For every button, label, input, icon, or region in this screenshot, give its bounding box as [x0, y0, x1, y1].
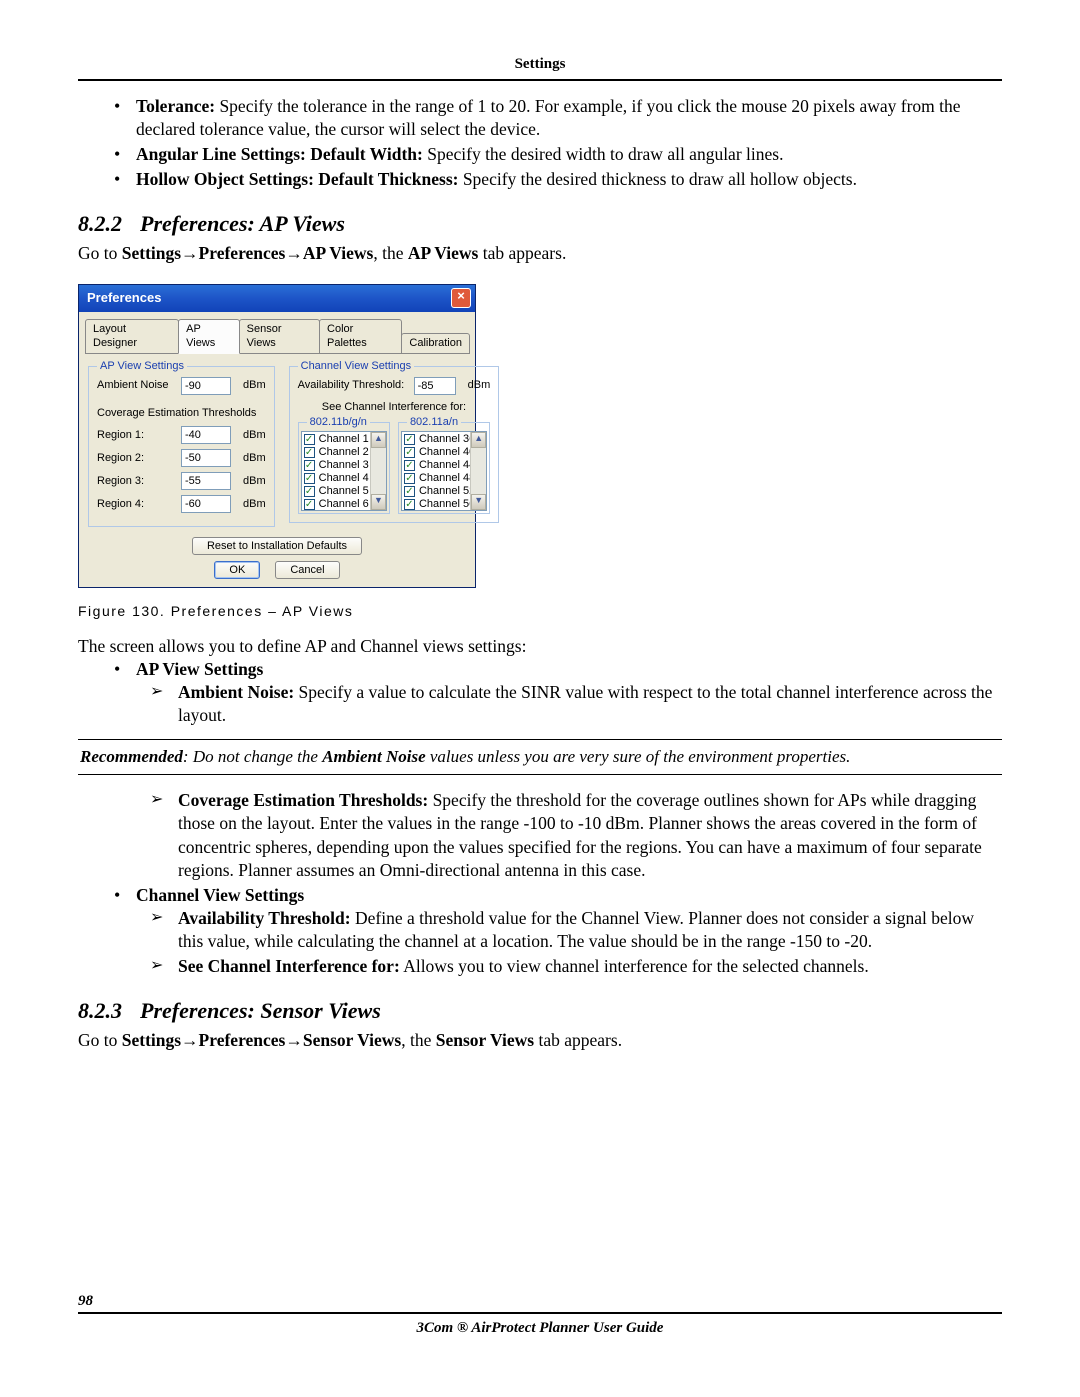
availability-threshold-label: Availability Threshold:	[298, 378, 408, 393]
channel-view-legend: Channel View Settings	[298, 359, 414, 374]
cancel-button[interactable]: Cancel	[275, 561, 339, 579]
bullet-channel-view-settings: Channel View Settings Availability Thres…	[78, 884, 1002, 978]
recommended-note: Recommended: Do not change the Ambient N…	[78, 739, 1002, 775]
sub-coverage-est: Coverage Estimation Thresholds: Specify …	[78, 789, 1002, 881]
unit: dBm	[243, 378, 266, 393]
heading-num: 8.2.3	[78, 996, 122, 1025]
goto-823: Go to Settings→Preferences→Sensor Views,…	[78, 1029, 1002, 1052]
bullet-angular-line: Angular Line Settings: Default Width: Sp…	[78, 143, 1002, 166]
ap-view-settings-group: AP View Settings Ambient Noise dBm Cover…	[88, 366, 275, 528]
bullet-text: Specify the desired thickness to draw al…	[458, 169, 857, 189]
scrollbar[interactable]: ▲ ▼	[370, 432, 386, 510]
bullet-label: Hollow Object Settings: Default Thicknes…	[136, 169, 458, 189]
heading-822: 8.2.2 Preferences: AP Views	[78, 209, 1002, 238]
coverage-est-label: Coverage Estimation Thresholds	[97, 406, 266, 421]
dialog-title: Preferences	[87, 289, 161, 306]
sub-ambient-noise: Ambient Noise: Specify a value to calcul…	[78, 681, 1002, 727]
checkbox-icon[interactable]: ✓	[404, 486, 415, 497]
scrollbar[interactable]: ▲ ▼	[470, 432, 486, 510]
bullet-text: Specify the desired width to draw all an…	[423, 144, 784, 164]
checkbox-icon[interactable]: ✓	[304, 447, 315, 458]
bgn-legend: 802.11b/g/n	[307, 415, 370, 430]
nav-path: Settings→Preferences→AP Views	[122, 243, 374, 263]
bullet-label: Angular Line Settings: Default Width:	[136, 144, 423, 164]
figure-caption: Figure 130. Preferences – AP Views	[78, 602, 1002, 620]
footer-guide: 3Com ® AirProtect Planner User Guide	[78, 1320, 1002, 1337]
scroll-up-icon[interactable]: ▲	[471, 432, 486, 448]
sub-see-channel-interference: See Channel Interference for: Allows you…	[78, 955, 1002, 978]
an-channel-list[interactable]: ✓Channel 36 ✓Channel 40 ✓Channel 44 ✓Cha…	[401, 431, 487, 511]
dialog-titlebar[interactable]: Preferences ×	[79, 285, 475, 312]
tab-layout-designer[interactable]: Layout Designer	[85, 319, 179, 354]
ap-view-heading: AP View Settings	[136, 659, 263, 679]
tab-calibration[interactable]: Calibration	[401, 333, 470, 354]
page-header: Settings	[78, 56, 1002, 81]
bullet-ap-view-settings: AP View Settings Ambient Noise: Specify …	[78, 658, 1002, 727]
region4-label: Region 4:	[97, 497, 175, 512]
region2-input[interactable]	[181, 449, 231, 467]
checkbox-icon[interactable]: ✓	[304, 460, 315, 471]
bullet-hollow-object: Hollow Object Settings: Default Thicknes…	[78, 168, 1002, 191]
heading-823: 8.2.3 Preferences: Sensor Views	[78, 996, 1002, 1025]
tab-sensor-views[interactable]: Sensor Views	[239, 319, 320, 354]
sub-availability-threshold: Availability Threshold: Define a thresho…	[78, 907, 1002, 953]
checkbox-icon[interactable]: ✓	[404, 473, 415, 484]
region3-input[interactable]	[181, 472, 231, 490]
checkbox-icon[interactable]: ✓	[404, 499, 415, 510]
tab-ap-views[interactable]: AP Views	[178, 319, 240, 354]
checkbox-icon[interactable]: ✓	[304, 434, 315, 445]
after-figure-intro: The screen allows you to define AP and C…	[78, 635, 1002, 658]
channel-view-settings-group: Channel View Settings Availability Thres…	[289, 366, 500, 524]
checkbox-icon[interactable]: ✓	[304, 486, 315, 497]
ap-view-legend: AP View Settings	[97, 359, 187, 374]
tab-color-palettes[interactable]: Color Palettes	[319, 319, 402, 354]
heading-title: Preferences: AP Views	[140, 209, 345, 238]
close-icon[interactable]: ×	[451, 288, 471, 308]
bgn-group: 802.11b/g/n ✓Channel 1 ✓Channel 2 ✓Chann…	[298, 422, 390, 514]
bullet-label: Tolerance:	[136, 96, 215, 116]
availability-threshold-input[interactable]	[414, 377, 456, 395]
region2-label: Region 2:	[97, 451, 175, 466]
tab-strip: Layout Designer AP Views Sensor Views Co…	[85, 318, 469, 354]
an-legend: 802.11a/n	[407, 415, 461, 430]
region1-input[interactable]	[181, 426, 231, 444]
scroll-up-icon[interactable]: ▲	[371, 432, 386, 448]
region1-label: Region 1:	[97, 428, 175, 443]
checkbox-icon[interactable]: ✓	[404, 447, 415, 458]
region3-label: Region 3:	[97, 474, 175, 489]
checkbox-icon[interactable]: ✓	[404, 460, 415, 471]
reset-defaults-button[interactable]: Reset to Installation Defaults	[192, 537, 362, 555]
bgn-channel-list[interactable]: ✓Channel 1 ✓Channel 2 ✓Channel 3 ✓Channe…	[301, 431, 387, 511]
bullet-text: Specify the tolerance in the range of 1 …	[136, 96, 961, 139]
checkbox-icon[interactable]: ✓	[304, 499, 315, 510]
page-number: 98	[78, 1293, 1002, 1314]
nav-path: Settings→Preferences→Sensor Views	[122, 1030, 401, 1050]
goto-822: Go to Settings→Preferences→AP Views, the…	[78, 242, 1002, 265]
an-group: 802.11a/n ✓Channel 36 ✓Channel 40 ✓Chann…	[398, 422, 490, 514]
preferences-dialog: Preferences × Layout Designer AP Views S…	[78, 284, 476, 589]
checkbox-icon[interactable]: ✓	[304, 473, 315, 484]
ok-button[interactable]: OK	[214, 561, 260, 579]
checkbox-icon[interactable]: ✓	[404, 434, 415, 445]
scroll-down-icon[interactable]: ▼	[471, 494, 486, 510]
bullet-tolerance: Tolerance: Specify the tolerance in the …	[78, 95, 1002, 141]
see-channel-label: See Channel Interference for:	[298, 400, 491, 415]
region4-input[interactable]	[181, 495, 231, 513]
heading-num: 8.2.2	[78, 209, 122, 238]
heading-title: Preferences: Sensor Views	[140, 996, 381, 1025]
ambient-noise-input[interactable]	[181, 377, 231, 395]
scroll-down-icon[interactable]: ▼	[371, 494, 386, 510]
ambient-noise-label: Ambient Noise	[97, 378, 175, 393]
intro-bullet-list: Tolerance: Specify the tolerance in the …	[78, 95, 1002, 191]
channel-view-heading: Channel View Settings	[136, 885, 304, 905]
